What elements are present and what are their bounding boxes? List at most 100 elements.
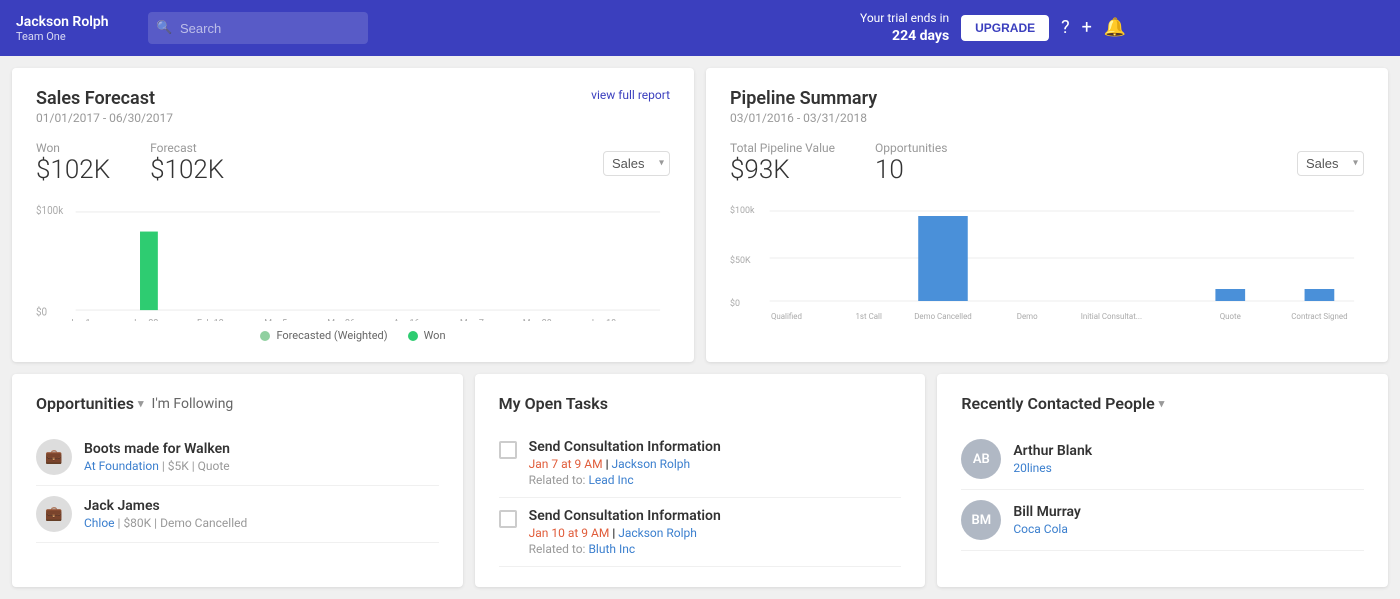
won-value: $102K — [36, 155, 110, 185]
opportunity-item-2: 💼 Jack James Chloe | $80K | Demo Cancell… — [36, 486, 439, 543]
people-section-title: Recently Contacted People ▾ — [961, 394, 1364, 413]
task-related-link-1[interactable]: Lead Inc — [588, 473, 633, 487]
task-content-2: Send Consultation Information Jan 10 at … — [529, 508, 721, 556]
pipeline-dropdown[interactable]: Sales — [1297, 151, 1364, 176]
opp-amount-2: | $80K | Demo Cancelled — [118, 516, 248, 530]
trial-days: 224 days — [860, 27, 949, 47]
task-person-link-1[interactable]: Jackson Rolph — [611, 457, 690, 471]
sales-forecast-date: 01/01/2017 - 06/30/2017 — [36, 111, 173, 125]
svg-text:Quote: Quote — [1220, 312, 1241, 321]
total-value-label: Total Pipeline Value — [730, 141, 835, 155]
task-checkbox-1[interactable] — [499, 441, 517, 459]
opportunity-icon-1: 💼 — [36, 439, 72, 475]
pipeline-metrics: Total Pipeline Value $93K Opportunities … — [730, 141, 1364, 185]
pipeline-chart-svg: $100k $50K $0 Qualified 1st Call Demo Ca… — [730, 201, 1364, 331]
task-date-2: Jan 10 at 9 AM — [529, 526, 610, 540]
team-name: Team One — [16, 30, 136, 43]
forecast-value: $102K — [150, 155, 224, 185]
won-label: Won — [36, 141, 110, 155]
task-meta-1: Jan 7 at 9 AM | Jackson Rolph — [529, 457, 721, 471]
svg-text:Qualified: Qualified — [771, 312, 802, 321]
person-name-2: Bill Murray — [1013, 504, 1081, 520]
opp-name-1: Boots made for Walken — [84, 441, 230, 457]
forecast-legend: Forecasted (Weighted) Won — [36, 329, 670, 342]
person-company-1[interactable]: 20lines — [1013, 461, 1092, 475]
won-legend-label: Won — [424, 329, 446, 342]
forecasted-label: Forecasted (Weighted) — [276, 329, 387, 342]
user-name: Jackson Rolph — [16, 14, 136, 30]
tasks-title: My Open Tasks — [499, 394, 608, 413]
svg-text:Mar 26: Mar 26 — [327, 318, 355, 321]
person-item-1: AB Arthur Blank 20lines — [961, 429, 1364, 490]
forecasted-legend-item: Forecasted (Weighted) — [260, 329, 387, 342]
user-info[interactable]: Jackson Rolph Team One — [16, 14, 136, 43]
opp-meta-1: At Foundation | $5K | Quote — [84, 459, 230, 473]
tasks-section-title: My Open Tasks — [499, 394, 902, 413]
pipeline-date: 03/01/2016 - 03/31/2018 — [730, 111, 877, 125]
svg-text:$50K: $50K — [730, 255, 751, 266]
svg-text:Jun 18: Jun 18 — [589, 318, 616, 321]
people-dropdown-icon[interactable]: ▾ — [1159, 397, 1165, 410]
opportunities-card: Opportunities ▾ I'm Following 💼 Boots ma… — [12, 374, 463, 587]
task-related-link-2[interactable]: Bluth Inc — [588, 542, 635, 556]
opps-label: Opportunities — [875, 141, 947, 155]
people-title: Recently Contacted People — [961, 394, 1154, 413]
sales-dropdown[interactable]: Sales — [603, 151, 670, 176]
task-related-2: Related to: Bluth Inc — [529, 542, 721, 556]
opportunities-dropdown-icon[interactable]: ▾ — [138, 397, 144, 410]
upgrade-button[interactable]: UPGRADE — [961, 15, 1049, 41]
help-icon[interactable]: ? — [1061, 17, 1070, 38]
svg-text:Jan 1: Jan 1 — [69, 318, 91, 321]
task-title-1: Send Consultation Information — [529, 439, 721, 455]
person-details-1: Arthur Blank 20lines — [1013, 443, 1092, 475]
forecast-metrics: Won $102K Forecast $102K Sales ▾ — [36, 141, 670, 185]
view-full-report-link[interactable]: view full report — [591, 88, 670, 102]
add-icon[interactable]: + — [1082, 17, 1092, 38]
people-card: Recently Contacted People ▾ AB Arthur Bl… — [937, 374, 1388, 587]
svg-text:1st Call: 1st Call — [855, 312, 881, 321]
opp-meta-2: Chloe | $80K | Demo Cancelled — [84, 516, 247, 530]
opportunities-subtitle: I'm Following — [152, 396, 234, 412]
tasks-card: My Open Tasks Send Consultation Informat… — [475, 374, 926, 587]
won-metric: Won $102K — [36, 141, 110, 185]
person-company-2[interactable]: Coca Cola — [1013, 522, 1081, 536]
task-person-link-2[interactable]: Jackson Rolph — [618, 526, 697, 540]
svg-text:Jan 22: Jan 22 — [132, 318, 159, 321]
svg-text:$100k: $100k — [36, 204, 64, 218]
svg-text:May 28: May 28 — [523, 318, 552, 321]
task-item-2: Send Consultation Information Jan 10 at … — [499, 498, 902, 567]
person-details-2: Bill Murray Coca Cola — [1013, 504, 1081, 536]
task-content-1: Send Consultation Information Jan 7 at 9… — [529, 439, 721, 487]
avatar-1: AB — [961, 439, 1001, 479]
pipeline-dropdown-wrap: Sales ▾ — [1297, 151, 1364, 176]
opps-value: 10 — [875, 155, 947, 185]
search-icon: 🔍 — [156, 21, 172, 36]
forecasted-dot — [260, 331, 270, 341]
sales-forecast-chart: $100k $0 Jan 1 Jan 22 Feb 12 Mar 5 Mar 2… — [36, 201, 670, 321]
search-wrapper: 🔍 — [148, 12, 848, 44]
trial-text: Your trial ends in — [860, 10, 949, 27]
header-right: Your trial ends in 224 days UPGRADE ? + … — [860, 10, 1126, 46]
opportunities-list: 💼 Boots made for Walken At Foundation | … — [36, 429, 439, 543]
main-grid: Sales Forecast 01/01/2017 - 06/30/2017 v… — [0, 56, 1400, 374]
forecast-metric: Forecast $102K — [150, 141, 224, 185]
svg-text:Feb 12: Feb 12 — [197, 318, 224, 321]
pipeline-title: Pipeline Summary — [730, 88, 877, 109]
notification-icon[interactable]: 🔔 — [1104, 17, 1126, 38]
opp-details-1: Boots made for Walken At Foundation | $5… — [84, 441, 230, 473]
pipeline-chart: $100k $50K $0 Qualified 1st Call Demo Ca… — [730, 201, 1364, 321]
person-item-2: BM Bill Murray Coca Cola — [961, 490, 1364, 551]
svg-text:Demo: Demo — [1017, 312, 1038, 321]
svg-text:$0: $0 — [36, 305, 47, 319]
opp-amount-1: | $5K | Quote — [162, 459, 230, 473]
search-input[interactable] — [148, 12, 368, 44]
opp-company-link-1[interactable]: At Foundation — [84, 459, 159, 473]
svg-text:Apr 16: Apr 16 — [393, 318, 419, 321]
trial-info: Your trial ends in 224 days — [860, 10, 949, 46]
opp-company-link-2[interactable]: Chloe — [84, 516, 115, 530]
won-legend-item: Won — [408, 329, 446, 342]
opportunities-title: Opportunities — [36, 394, 134, 413]
task-date-1: Jan 7 at 9 AM — [529, 457, 603, 471]
task-checkbox-2[interactable] — [499, 510, 517, 528]
forecast-label: Forecast — [150, 141, 224, 155]
